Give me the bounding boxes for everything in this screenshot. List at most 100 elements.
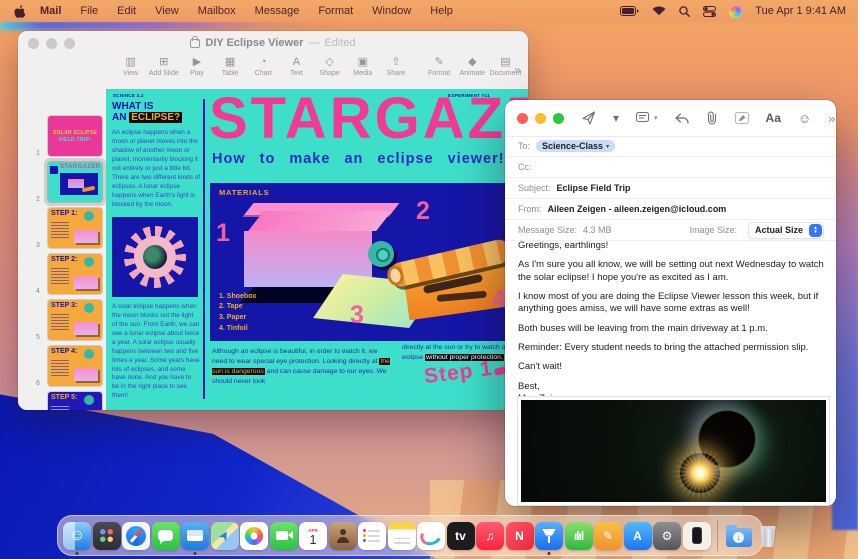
toolbar-add-slide-button[interactable]: ⊞Add Slide xyxy=(147,57,180,77)
close-button[interactable] xyxy=(28,38,39,49)
minimize-button[interactable] xyxy=(535,113,546,124)
dock-item-mail[interactable] xyxy=(181,522,209,550)
tape-illustration xyxy=(368,241,394,267)
slide-thumbnail-row-6[interactable]: 6STEP 4: xyxy=(18,345,106,389)
toolbar-shape-button[interactable]: ◇Shape xyxy=(313,57,346,77)
slide-thumbnail-row-7[interactable]: 7STEP 5: xyxy=(18,391,106,410)
dock-item-messages[interactable] xyxy=(152,522,180,550)
slide-canvas[interactable]: SCIENCE 4.2 EXPERIMENT #11 WHAT IS AN EC… xyxy=(106,89,528,410)
toolbar-table-button[interactable]: ▦Table xyxy=(214,57,247,77)
dock-item-calendar[interactable]: APR1 xyxy=(299,522,327,550)
menu-item-edit[interactable]: Edit xyxy=(117,5,136,17)
slide-thumbnail-row-3[interactable]: 3STEP 1: xyxy=(18,207,106,251)
dock-item-downloads[interactable]: ↓ xyxy=(725,522,753,550)
to-field[interactable]: To: Science-Class▾ xyxy=(505,136,836,157)
slide-thumbnail[interactable]: STEP 3: xyxy=(48,300,102,340)
dock-item-finder[interactable]: ☺ xyxy=(63,522,91,550)
toolbar-media-button[interactable]: ▣Media xyxy=(346,57,379,77)
menu-item-file[interactable]: File xyxy=(80,5,98,17)
send-chevron-icon[interactable]: ▾ xyxy=(613,111,619,125)
slide-thumbnail[interactable]: STEP 2: xyxy=(48,254,102,294)
control-center-icon[interactable] xyxy=(703,6,716,17)
siri-icon[interactable] xyxy=(729,5,742,18)
slide-thumbnail-row-2[interactable]: 2STARGAZER xyxy=(18,161,106,205)
dock-item-numbers[interactable]: ılıl xyxy=(565,522,593,550)
materials-list-item: 2. Tape xyxy=(219,302,256,313)
dock-item-photos[interactable] xyxy=(240,522,268,550)
menu-item-view[interactable]: View xyxy=(155,5,179,17)
toolbar-overflow-icon[interactable]: » xyxy=(514,63,521,77)
spotlight-icon[interactable] xyxy=(679,6,690,17)
zoom-button[interactable] xyxy=(553,113,564,124)
from-field[interactable]: From: Aileen Zeigen - aileen.zeigen@iclo… xyxy=(505,199,836,220)
markup-icon[interactable] xyxy=(735,112,749,124)
slide-thumbnail[interactable]: STARGAZER xyxy=(48,162,102,202)
minimize-button[interactable] xyxy=(46,38,57,49)
toolbar-share-button[interactable]: ⇧Share xyxy=(379,57,412,77)
header-fields-icon[interactable]: ▾ xyxy=(636,112,658,124)
reminder-bar xyxy=(368,540,380,542)
shape-icon: ◇ xyxy=(325,57,333,68)
slide-thumbnail-row-4[interactable]: 4STEP 2: xyxy=(18,253,106,297)
toolbar-format-button[interactable]: ✎Format xyxy=(423,57,456,77)
toolbar-view-button[interactable]: ▥View xyxy=(114,57,147,77)
dock-item-appletv[interactable]: tv xyxy=(447,522,475,550)
lectern xyxy=(542,529,556,536)
recipient-token[interactable]: Science-Class▾ xyxy=(536,140,615,152)
toolbar-animate-button[interactable]: ◆Animate xyxy=(456,57,489,77)
dock-item-launchpad[interactable] xyxy=(93,522,121,550)
slide-thumbnail[interactable]: STEP 4: xyxy=(48,346,102,386)
numbers-app-icon: ılıl xyxy=(565,522,593,550)
cc-field[interactable]: Cc: xyxy=(505,157,836,178)
battery-icon[interactable] xyxy=(620,6,639,16)
attach-icon[interactable] xyxy=(706,111,718,125)
wifi-icon[interactable] xyxy=(652,6,666,16)
menu-item-window[interactable]: Window xyxy=(372,5,411,17)
slide-thumbnail[interactable]: STEP 1: xyxy=(48,208,102,248)
toolbar-play-button[interactable]: ▶Play xyxy=(180,57,213,77)
menu-item-mailbox[interactable]: Mailbox xyxy=(198,5,236,17)
dock-item-trash[interactable] xyxy=(754,522,782,550)
slide-thumbnail-row-1[interactable]: 1SOLAR ECLIPSEFIELD TRIP! xyxy=(18,115,106,159)
from-value: Aileen Zeigen - aileen.zeigen@icloud.com xyxy=(548,204,727,214)
dock-item-pages[interactable]: ✎ xyxy=(594,522,622,550)
eclipse-photo-attachment[interactable] xyxy=(517,396,830,506)
menu-item-message[interactable]: Message xyxy=(255,5,300,17)
reminder-bar xyxy=(368,530,380,532)
slide-thumbnail[interactable]: SOLAR ECLIPSEFIELD TRIP! xyxy=(48,116,102,156)
dock-item-music[interactable]: ♫ xyxy=(476,522,504,550)
menu-item-mail[interactable]: Mail xyxy=(40,5,61,17)
send-icon[interactable] xyxy=(582,111,596,125)
dock-item-notes[interactable] xyxy=(388,522,416,550)
message-body[interactable]: Greetings, earthlings!As I'm sure you al… xyxy=(518,240,826,412)
dock-item-safari[interactable] xyxy=(122,522,150,550)
reply-icon[interactable] xyxy=(675,113,689,124)
emoji-icon[interactable]: ☺ xyxy=(798,111,811,126)
apple-menu-icon[interactable] xyxy=(14,5,26,18)
overflow-icon[interactable]: » xyxy=(828,111,835,126)
slide-sidebar-heading: WHAT IS AN ECLIPSE? xyxy=(112,101,200,123)
subject-field[interactable]: Subject: Eclipse Field Trip xyxy=(505,178,836,199)
format-icon[interactable]: Aa xyxy=(766,111,781,125)
dock-item-settings[interactable]: ⚙ xyxy=(653,522,681,550)
slide-thumbnail[interactable]: STEP 5: xyxy=(48,392,102,410)
menu-item-format[interactable]: Format xyxy=(318,5,353,17)
image-size-select[interactable]: Actual Size ▲▼ xyxy=(748,222,824,239)
menu-clock[interactable]: Tue Apr 1 9:41 AM xyxy=(755,5,846,17)
dock-item-maps[interactable] xyxy=(211,522,239,550)
slide-thumbnail-row-5[interactable]: 5STEP 3: xyxy=(18,299,106,343)
dock-item-reminders[interactable] xyxy=(358,522,386,550)
close-button[interactable] xyxy=(517,113,528,124)
dock-item-iphone-mirroring[interactable] xyxy=(683,522,711,550)
toolbar-chart-button[interactable]: ◔Chart xyxy=(247,57,280,77)
dock-item-appstore[interactable]: A xyxy=(624,522,652,550)
dock-item-news[interactable]: N xyxy=(506,522,534,550)
menu-item-help[interactable]: Help xyxy=(430,5,453,17)
toolbar-text-button[interactable]: AText xyxy=(280,57,313,77)
dock-item-facetime[interactable] xyxy=(270,522,298,550)
zoom-button[interactable] xyxy=(64,38,75,49)
freeform-swirl xyxy=(418,523,445,547)
dock-item-contacts[interactable] xyxy=(329,522,357,550)
dock-item-freeform[interactable] xyxy=(417,522,445,550)
dock-item-keynote[interactable] xyxy=(535,522,563,550)
